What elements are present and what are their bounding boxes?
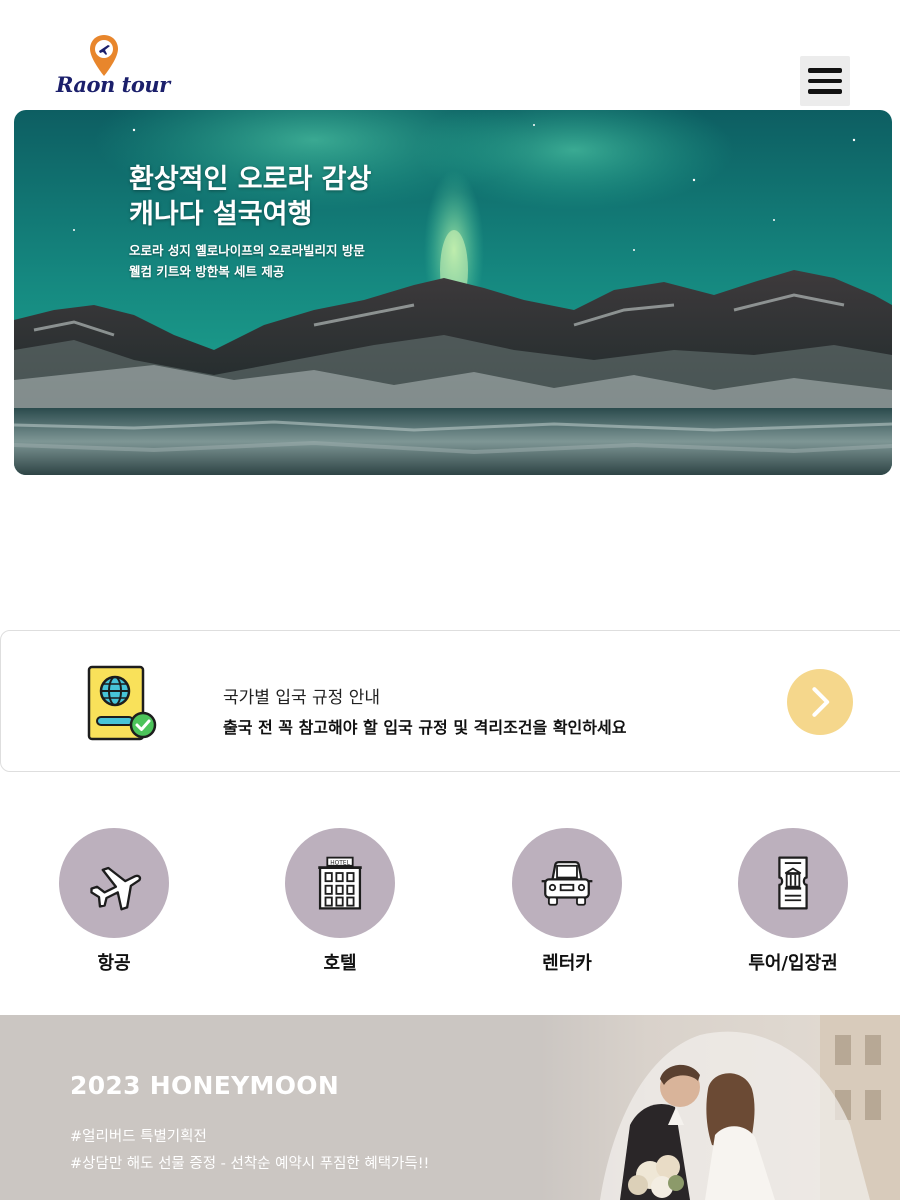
entry-info-description: 출국 전 꼭 참고해야 할 입국 규정 및 격리조건을 확인하세요 [223,718,627,737]
entry-info-arrow-button[interactable] [787,669,853,735]
hamburger-icon [808,68,842,73]
honeymoon-title: 2023 HONEYMOON [70,1071,340,1100]
hero-title: 환상적인 오로라 감상 캐나다 설국여행 [129,162,371,232]
header: Raon tour [0,0,900,110]
category-hotel-circle: HOTEL [285,828,395,938]
category-rentcar-circle [512,828,622,938]
entry-info-title: 국가별 입국 규정 안내 [223,688,380,708]
category-airline-label: 항공 [97,953,131,974]
honeymoon-banner[interactable]: 2023 HONEYMOON #얼리버드 특별기획전 #상담만 해도 선물 증정… [0,1015,900,1200]
car-icon [541,861,593,906]
category-hotel[interactable]: HOTEL 호텔 [260,828,420,975]
menu-button[interactable] [800,56,850,106]
category-tour-ticket-circle [738,828,848,938]
category-rentcar[interactable]: 렌터카 [487,828,647,975]
category-tour-ticket[interactable]: 투어/입장권 [713,828,873,975]
hero-title-line1: 환상적인 오로라 감상 [129,164,372,195]
logo-text: Raon tour [56,72,170,97]
honeymoon-line2: #상담만 해도 선물 증정 - 선착순 예약시 푸짐한 혜택가득!! [70,1156,430,1172]
svg-text:HOTEL: HOTEL [330,860,350,866]
category-menu: 항공 HOTEL 호텔 렌터카 투어/입장권 [0,828,900,978]
hero-banner[interactable]: 환상적인 오로라 감상 캐나다 설국여행 오로라 성지 옐로나이프의 오로라빌리… [14,110,892,475]
hero-subtitle-line1: 오로라 성지 옐로나이프의 오로라빌리지 방문 [129,243,365,258]
category-rentcar-label: 렌터카 [542,953,592,974]
ticket-icon [778,856,808,910]
passport-icon [87,665,157,741]
hero-subtitle-line2: 웰컴 키트와 방한복 세트 제공 [129,264,285,279]
airplane-icon [90,866,142,911]
hero-subtitle: 오로라 성지 옐로나이프의 오로라빌리지 방문 웰컴 키트와 방한복 세트 제공 [129,240,365,282]
category-tour-ticket-label: 투어/입장권 [748,953,838,974]
logo[interactable]: Raon tour [56,34,170,98]
hotel-icon: HOTEL [318,856,362,910]
hero-title-line2: 캐나다 설국여행 [129,199,313,230]
honeymoon-line1: #얼리버드 특별기획전 [70,1129,207,1145]
chevron-right-icon [812,687,830,717]
category-hotel-label: 호텔 [323,953,357,974]
category-airline[interactable]: 항공 [34,828,194,975]
category-airline-circle [59,828,169,938]
entry-info-card[interactable]: 국가별 입국 규정 안내 출국 전 꼭 참고해야 할 입국 규정 및 격리조건을… [0,630,900,772]
